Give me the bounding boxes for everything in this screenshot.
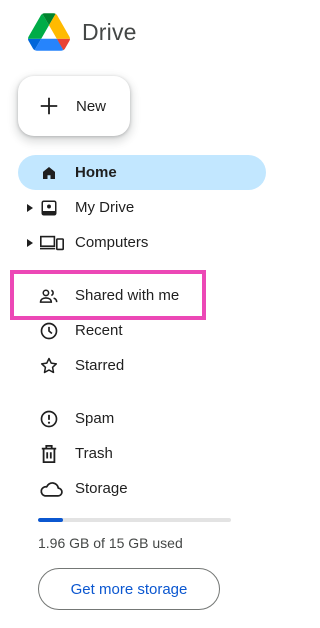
sidebar-item-label: Trash <box>75 445 113 462</box>
spam-icon <box>39 409 59 429</box>
drive-header[interactable]: Drive <box>28 12 137 52</box>
sidebar-item-label: Spam <box>75 410 115 427</box>
sidebar-item-label: Starred <box>75 357 125 374</box>
sidebar-nav: Home My Drive Computers Shared with me R… <box>18 155 266 506</box>
sidebar-item-label: Shared with me <box>75 287 180 304</box>
new-button-label: New <box>76 97 107 115</box>
trash-icon <box>39 444 59 464</box>
sidebar-item-label: Storage <box>75 480 128 497</box>
app-name: Drive <box>82 18 137 45</box>
shared-people-icon <box>39 286 59 306</box>
sidebar-item-label: Recent <box>75 322 123 339</box>
sidebar-item-computers[interactable]: Computers <box>18 225 266 260</box>
home-icon <box>39 163 59 183</box>
get-more-storage-button[interactable]: Get more storage <box>38 568 220 610</box>
star-icon <box>39 356 59 376</box>
new-button[interactable]: New <box>18 76 130 136</box>
sidebar-item-label: Home <box>75 164 117 181</box>
sidebar-item-starred[interactable]: Starred <box>18 348 266 383</box>
caret-right-icon[interactable] <box>27 238 33 247</box>
plus-icon <box>40 97 58 115</box>
storage-usage-fill <box>38 518 64 522</box>
sidebar-item-home[interactable]: Home <box>18 155 266 190</box>
clock-icon <box>39 321 59 341</box>
sidebar-item-spam[interactable]: Spam <box>18 401 266 436</box>
computers-icon <box>39 233 65 253</box>
sidebar-item-shared-with-me[interactable]: Shared with me <box>18 278 266 313</box>
cloud-icon <box>39 479 63 499</box>
sidebar-item-storage[interactable]: Storage <box>18 471 266 506</box>
sidebar-item-my-drive[interactable]: My Drive <box>18 190 266 225</box>
sidebar-item-label: Computers <box>75 234 149 251</box>
storage-usage-bar <box>38 518 231 522</box>
sidebar-item-label: My Drive <box>75 199 135 216</box>
google-drive-logo-icon <box>28 13 70 51</box>
my-drive-icon <box>39 198 59 218</box>
sidebar-item-recent[interactable]: Recent <box>18 313 266 348</box>
sidebar-item-trash[interactable]: Trash <box>18 436 266 471</box>
caret-right-icon[interactable] <box>27 203 33 212</box>
storage-usage-text: 1.96 GB of 15 GB used <box>38 535 183 551</box>
